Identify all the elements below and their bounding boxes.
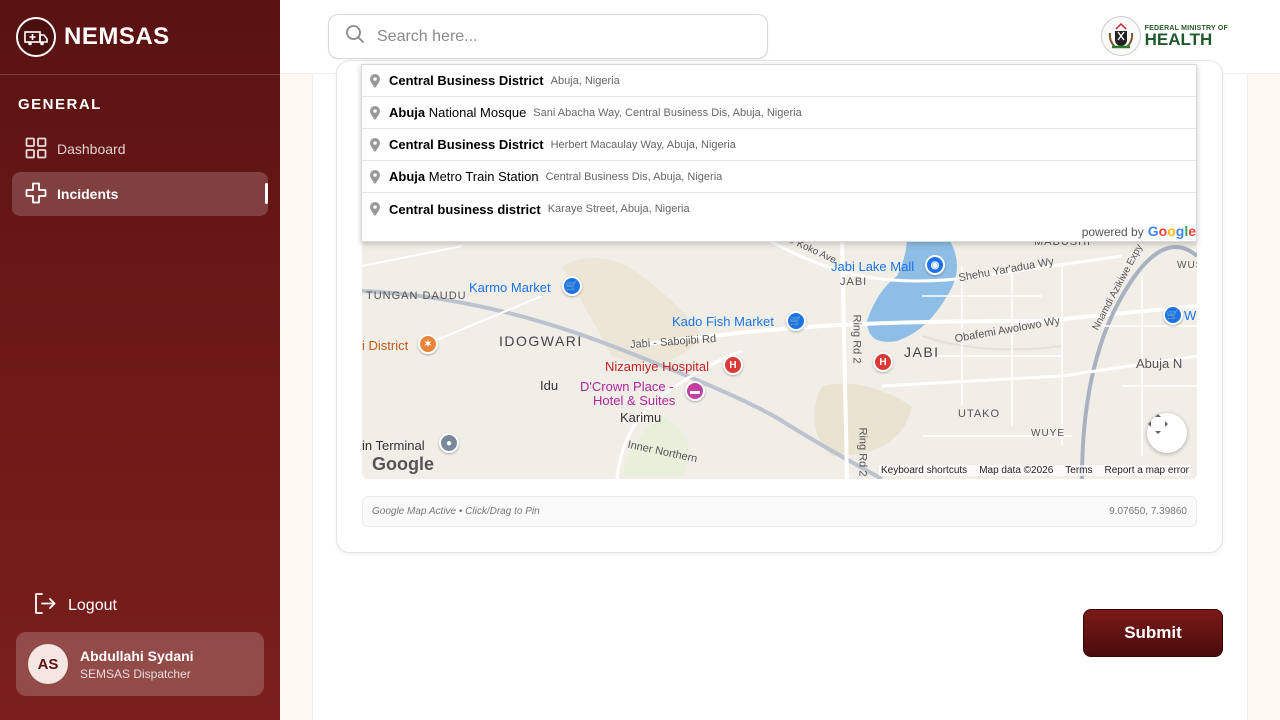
road-label: Ring Rd 2 [850, 314, 863, 364]
suggestion-rest: National Mosque [425, 105, 527, 120]
fullscreen-button[interactable] [1147, 413, 1187, 453]
suggestion-item[interactable]: Abuja National Mosque Sani Abacha Way, C… [362, 97, 1196, 129]
logout-icon [33, 592, 56, 620]
suggestion-match: Central business district [389, 201, 541, 217]
suggestion-match: Central Business District [389, 137, 544, 152]
suggestion-match: Central Business District [389, 73, 544, 88]
google-wordmark: Google [1147, 223, 1196, 239]
poi-label: Jabi Lake Mall [831, 259, 915, 274]
suggestion-item[interactable]: Abuja Metro Train Station Central Busine… [362, 161, 1196, 193]
sidebar-item-dashboard[interactable]: Dashboard [12, 127, 268, 171]
powered-by-google: powered by Google [1082, 223, 1196, 239]
map-area-label: UTAKO [958, 408, 1001, 420]
transit-pin-icon[interactable]: ● [439, 433, 459, 453]
divider [0, 74, 280, 75]
suggestion-rest: Metro Train Station [425, 169, 539, 184]
sidebar-item-label: Incidents [57, 186, 119, 202]
coat-of-arms-icon [1100, 16, 1141, 56]
logout-label: Logout [68, 597, 117, 614]
grid-icon [25, 137, 47, 162]
suggestion-item[interactable]: Central business district Karaye Street,… [362, 193, 1196, 225]
google-logo: Google [372, 454, 434, 474]
suggestion-match: Abuja [389, 169, 426, 184]
logout-button[interactable]: Logout [33, 592, 117, 620]
poi-label: Hotel & Suites [593, 393, 676, 408]
map-area-label: TUNGAN DAUDU [366, 290, 467, 302]
search-box[interactable] [328, 14, 768, 59]
map-area-label: IDOGWARI [499, 333, 583, 349]
google-map[interactable]: TUNGAN DAUDU Karmo Market 🛒 IDOGWARI i D… [362, 236, 1197, 479]
restaurant-pin-icon[interactable]: ✶ [418, 334, 438, 354]
map-status-bar: Google Map Active • Click/Drag to Pin 9.… [362, 496, 1197, 527]
keyboard-shortcuts-link[interactable]: Keyboard shortcuts [881, 465, 967, 476]
brand-name: NEMSAS [64, 23, 170, 50]
location-pin-icon [368, 73, 382, 88]
poi-label: W [1184, 308, 1197, 323]
hospital-pin-icon[interactable]: H [723, 355, 743, 375]
shopping-bag-pin-icon[interactable]: ◉ [925, 255, 945, 275]
suggestion-match: Abuja [389, 105, 426, 120]
sidebar-item-label: Dashboard [57, 141, 126, 157]
map-area-label: JABI [904, 344, 940, 360]
location-pin-icon [368, 202, 382, 216]
autocomplete-dropdown: Central Business District Abuja, Nigeria… [361, 64, 1197, 242]
map-hint: Google Map Active • Click/Drag to Pin [372, 506, 540, 517]
ministry-logo: FEDERAL MINISTRY OF HEALTH [1100, 16, 1228, 56]
section-label: GENERAL [18, 96, 102, 113]
user-name: Abdullahi Sydani [80, 647, 194, 664]
map-area-label: WUYE [1031, 428, 1065, 439]
poi-label: Nizamiye Hospital [605, 359, 710, 374]
shopping-cart-pin-icon[interactable]: 🛒 [1163, 305, 1183, 325]
avatar: AS [28, 644, 68, 684]
suggestion-item[interactable]: Central Business District Herbert Macaul… [362, 129, 1196, 161]
location-pin-icon [368, 169, 382, 184]
map-place-label: Abuja N [1136, 356, 1183, 371]
map-area-label: JABI [840, 276, 868, 288]
shopping-cart-pin-icon[interactable]: 🛒 [562, 276, 582, 296]
suggestion-secondary: Herbert Macaulay Way, Abuja, Nigeria [550, 138, 736, 151]
map-place-label: Karimu [620, 410, 662, 425]
user-role: SEMSAS Dispatcher [80, 666, 191, 681]
poi-label: Karmo Market [469, 280, 551, 295]
road-label: Ring Rd 2 [856, 427, 869, 477]
coordinates-readout: 9.07650, 7.39860 [1109, 506, 1187, 517]
location-pin-icon [368, 105, 382, 120]
suggestion-secondary: Sani Abacha Way, Central Business Dis, A… [533, 106, 802, 119]
suggestion-secondary: Central Business Dis, Abuja, Nigeria [545, 170, 723, 183]
search-input[interactable] [377, 27, 737, 46]
user-card[interactable]: AS Abdullahi Sydani SEMSAS Dispatcher [16, 632, 264, 696]
suggestion-item[interactable]: Central Business District Abuja, Nigeria [362, 65, 1196, 97]
suggestion-secondary: Karaye Street, Abuja, Nigeria [547, 203, 690, 215]
ambulance-logo-icon [16, 17, 56, 57]
report-map-error-link[interactable]: Report a map error [1105, 465, 1189, 476]
hospital-pin-icon[interactable]: H [873, 352, 893, 372]
map-roads [362, 236, 1197, 479]
location-pin-icon [368, 137, 382, 152]
map-place-label: Idu [540, 378, 559, 393]
shopping-cart-pin-icon[interactable]: 🛒 [786, 311, 806, 331]
hotel-pin-icon[interactable]: ▬ [685, 381, 705, 401]
poi-label: i District [362, 338, 409, 353]
active-indicator [265, 183, 268, 204]
map-place-label: in Terminal [362, 438, 425, 453]
suggestion-secondary: Abuja, Nigeria [550, 74, 620, 87]
terms-link[interactable]: Terms [1065, 465, 1092, 476]
submit-button[interactable]: Submit [1083, 609, 1223, 657]
search-icon [345, 24, 365, 49]
poi-label: D'Crown Place - [580, 379, 674, 394]
map-data-text: Map data ©2026 [979, 465, 1054, 476]
map-area-label: WUS [1177, 260, 1197, 271]
map-attribution: Keyboard shortcuts Map data ©2026 Terms … [879, 465, 1191, 476]
medical-cross-icon [25, 182, 47, 207]
sidebar-item-incidents[interactable]: Incidents [12, 172, 268, 216]
poi-label: Kado Fish Market [672, 314, 774, 329]
sidebar: NEMSAS GENERAL Dashboard Incidents Logou… [0, 0, 280, 720]
powered-by-text: powered by [1081, 225, 1144, 239]
ministry-line2: HEALTH [1144, 29, 1213, 49]
brand[interactable]: NEMSAS [16, 17, 170, 57]
